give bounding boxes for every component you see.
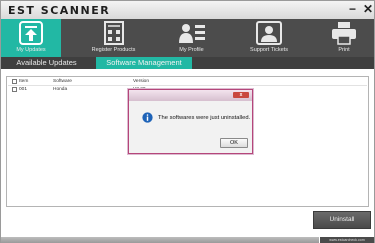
dialog-title-bar: x	[129, 90, 252, 101]
toolbar-item-support-tickets[interactable]: Support Tickets	[239, 19, 299, 57]
upload-icon	[19, 21, 43, 45]
row-checkbox[interactable]	[12, 87, 17, 92]
message-dialog: x The softwares were just uninstalled. O…	[128, 89, 253, 154]
title-bar: EST SCANNER − ✕	[1, 1, 374, 19]
toolbar-item-my-profile[interactable]: My Profile	[164, 19, 219, 57]
toolbar-item-label: My Updates	[16, 47, 46, 53]
toolbar-item-label: Register Products	[91, 47, 136, 53]
app-window: EST SCANNER − ✕ My Updates Register Prod…	[0, 0, 375, 243]
info-icon	[142, 112, 153, 123]
select-all-checkbox[interactable]	[12, 79, 17, 84]
support-icon	[256, 21, 282, 45]
column-header-software: Software	[53, 79, 72, 84]
ok-button[interactable]: OK	[220, 138, 248, 148]
column-header-version: Version	[133, 79, 149, 84]
column-header-item: Item	[19, 79, 29, 84]
close-window-button[interactable]: ✕	[363, 2, 373, 16]
toolbar-item-my-updates[interactable]: My Updates	[1, 19, 61, 57]
tab-software-management[interactable]: Software Management	[96, 57, 192, 69]
dialog-message: The softwares were just uninstalled.	[158, 115, 251, 121]
toolbar-item-register-products[interactable]: Register Products	[81, 19, 146, 57]
toolbar-item-label: Print	[338, 47, 350, 53]
website-link[interactable]: www.estcarcheck.com	[319, 237, 374, 243]
register-icon	[103, 21, 124, 45]
printer-icon	[332, 22, 356, 45]
minimize-button[interactable]: −	[349, 2, 356, 16]
uninstall-button[interactable]: Uninstall	[313, 211, 371, 229]
header-divider	[8, 85, 367, 86]
toolbar-item-print[interactable]: Print	[319, 19, 369, 57]
profile-icon	[178, 24, 205, 43]
app-title: EST SCANNER	[8, 4, 111, 17]
dialog-close-button[interactable]: x	[233, 92, 249, 98]
toolbar-item-label: My Profile	[179, 47, 204, 53]
tab-available-updates[interactable]: Available Updates	[9, 57, 84, 69]
cell-item: 001	[19, 87, 28, 92]
toolbar-item-label: Support Tickets	[250, 47, 288, 53]
sub-navigation: Available Updates Software Management	[1, 57, 374, 69]
main-toolbar: My Updates Register Products My Profile	[1, 19, 374, 57]
cell-software: Honda	[53, 87, 68, 92]
